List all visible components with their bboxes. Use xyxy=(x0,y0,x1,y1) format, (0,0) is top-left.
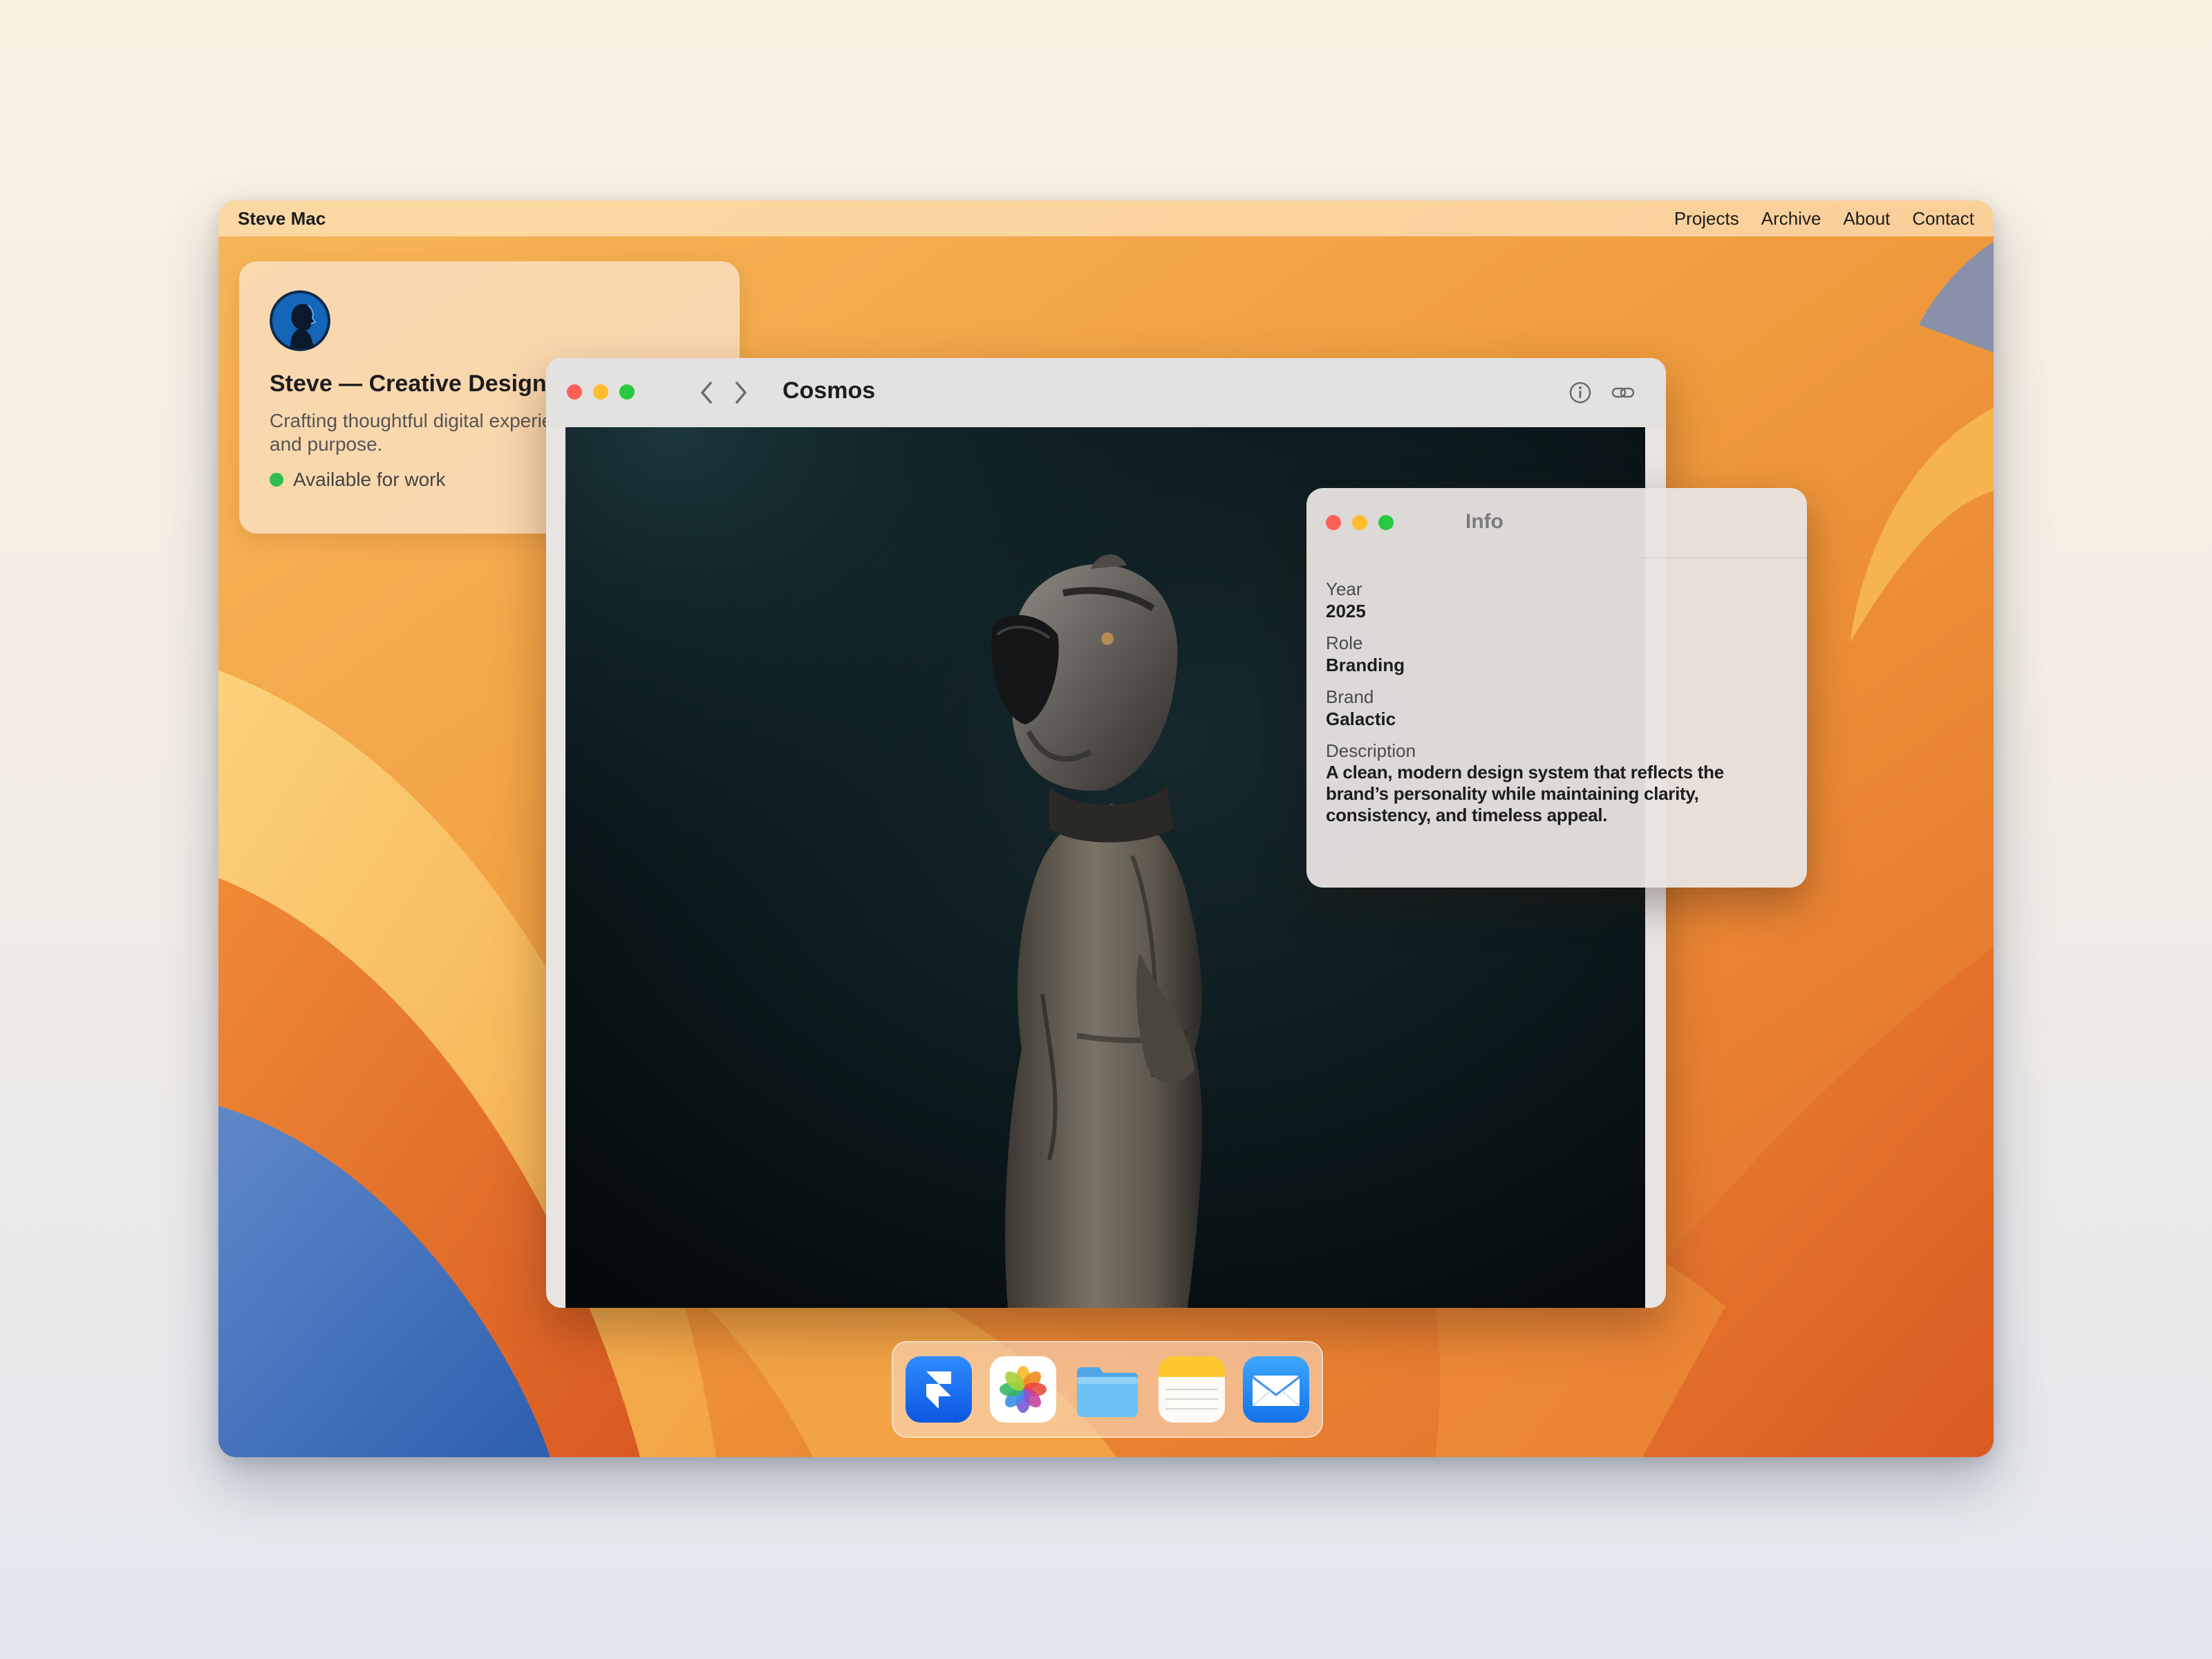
link-icon[interactable] xyxy=(1611,380,1635,405)
description-label: Description xyxy=(1326,740,1416,761)
info-title: Info xyxy=(1465,510,1503,533)
mail-icon[interactable] xyxy=(1243,1356,1309,1423)
avatar xyxy=(270,290,330,351)
zoom-icon[interactable] xyxy=(619,384,635,400)
description-value: A clean, modern design system that refle… xyxy=(1326,762,1724,825)
brand-label: Brand xyxy=(1326,686,1374,707)
profile-title: Steve — Creative Designer xyxy=(270,371,569,397)
year-value: 2025 xyxy=(1326,601,1366,621)
desktop-screen: Steve Mac Projects Archive About Contact… xyxy=(218,200,1994,1457)
viewer-window-controls xyxy=(567,384,635,400)
viewer-titlebar: Cosmos xyxy=(546,358,1666,427)
minimize-icon[interactable] xyxy=(593,384,608,400)
info-icon[interactable] xyxy=(1568,380,1593,405)
brand-value: Galactic xyxy=(1326,709,1396,729)
info-fields: Year 2025 Role Branding Brand Galactic D… xyxy=(1326,578,1782,836)
info-panel: Info Year 2025 Role Branding Brand Galac… xyxy=(1306,488,1807,888)
role-value: Branding xyxy=(1326,655,1405,675)
info-window-controls xyxy=(1326,515,1394,530)
chevron-right-icon[interactable] xyxy=(731,379,751,406)
framer-icon[interactable] xyxy=(906,1356,972,1423)
role-label: Role xyxy=(1326,632,1363,653)
viewer-actions xyxy=(1568,380,1635,405)
chevron-left-icon[interactable] xyxy=(697,379,716,406)
notes-icon[interactable] xyxy=(1159,1356,1225,1423)
nav-about[interactable]: About xyxy=(1843,208,1890,229)
close-icon[interactable] xyxy=(1326,515,1341,530)
viewer-title: Cosmos xyxy=(782,377,876,404)
availability-status: Available for work xyxy=(270,469,445,491)
viewer-navigation xyxy=(697,379,751,406)
top-nav: Projects Archive About Contact xyxy=(1674,208,1974,229)
menu-bar: Steve Mac Projects Archive About Contact xyxy=(218,200,1994,236)
minimize-icon[interactable] xyxy=(1352,515,1367,530)
zoom-icon[interactable] xyxy=(1378,515,1394,530)
photos-icon[interactable] xyxy=(990,1356,1056,1423)
info-titlebar: Info xyxy=(1306,488,1807,559)
files-icon[interactable] xyxy=(1074,1356,1141,1423)
status-label: Available for work xyxy=(293,469,446,490)
nav-contact[interactable]: Contact xyxy=(1912,208,1974,229)
close-icon[interactable] xyxy=(567,384,582,400)
dock xyxy=(892,1341,1323,1438)
year-label: Year xyxy=(1326,579,1362,599)
nav-archive[interactable]: Archive xyxy=(1761,208,1821,229)
nav-projects[interactable]: Projects xyxy=(1674,208,1739,229)
brand-name[interactable]: Steve Mac xyxy=(238,208,326,229)
status-dot-icon xyxy=(270,473,283,487)
